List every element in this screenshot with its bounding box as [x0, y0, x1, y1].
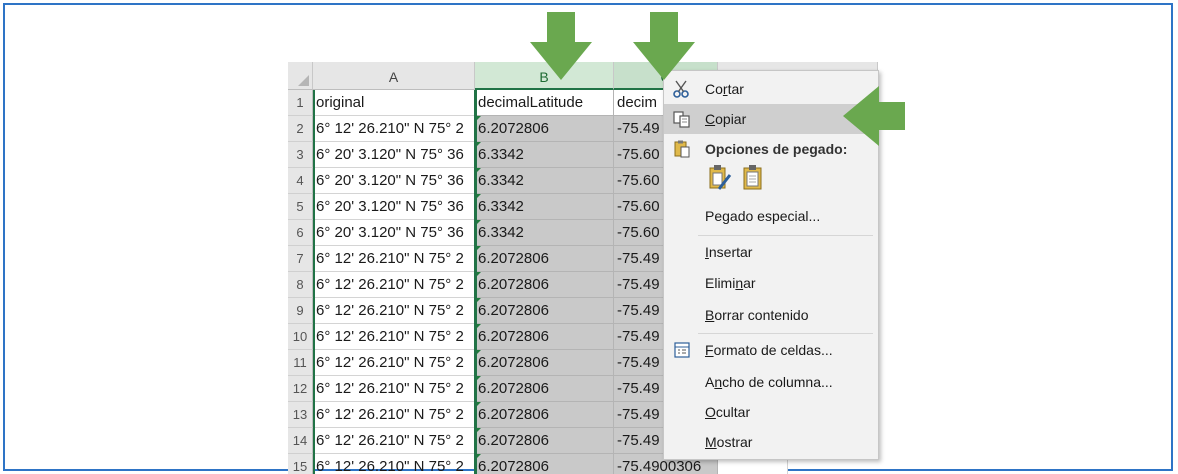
- menu-item-format-cells[interactable]: Formato de celdas...: [664, 335, 876, 365]
- cell-b-value: 6.2072806: [478, 120, 549, 137]
- row-number[interactable]: 4: [288, 168, 313, 194]
- column-header-a[interactable]: A: [313, 62, 475, 90]
- menu-label-copy: Copiar: [705, 111, 747, 127]
- cell-b[interactable]: 6.2072806: [475, 428, 614, 454]
- menu-item-clear-contents[interactable]: Borrar contenido: [664, 300, 876, 330]
- green-down-arrow-icon: [633, 12, 695, 80]
- cell-a[interactable]: 6° 12' 26.210" N 75° 2: [313, 428, 475, 454]
- menu-label-cut: Cortar: [705, 81, 744, 97]
- menu-label-format-cells: Formato de celdas...: [705, 342, 833, 358]
- cell-b[interactable]: 6.3342: [475, 142, 614, 168]
- menu-label-clear-contents: Borrar contenido: [705, 307, 809, 323]
- paste-options-row: [705, 163, 785, 197]
- cell-a[interactable]: 6° 12' 26.210" N 75° 2: [313, 116, 475, 142]
- cell-a[interactable]: 6° 12' 26.210" N 75° 2: [313, 454, 475, 474]
- menu-item-hide[interactable]: Ocultar: [664, 397, 876, 427]
- cell-b[interactable]: 6.3342: [475, 194, 614, 220]
- green-left-arrow-icon: [843, 86, 905, 146]
- cell-a[interactable]: 6° 12' 26.210" N 75° 2: [313, 272, 475, 298]
- scissors-icon: [673, 80, 689, 98]
- paste-values-icon[interactable]: [739, 163, 769, 193]
- cell-b[interactable]: 6.2072806: [475, 272, 614, 298]
- cell-b[interactable]: 6.2072806: [475, 324, 614, 350]
- menu-separator: [698, 235, 873, 236]
- row-number[interactable]: 7: [288, 246, 313, 272]
- cell-a[interactable]: 6° 20' 3.120" N 75° 36: [313, 142, 475, 168]
- menu-item-paste-special[interactable]: Pegado especial...: [664, 201, 876, 231]
- cell-b-value: decimalLatitude: [478, 94, 584, 111]
- cell-b[interactable]: 6.2072806: [475, 454, 614, 474]
- cell-b-value: 6.2072806: [478, 458, 549, 474]
- row-number[interactable]: 5: [288, 194, 313, 220]
- row-number[interactable]: 10: [288, 324, 313, 350]
- cell-b-value: 6.3342: [478, 224, 524, 241]
- menu-label-hide: Ocultar: [705, 404, 751, 420]
- cell-b[interactable]: 6.2072806: [475, 298, 614, 324]
- row-number[interactable]: 2: [288, 116, 313, 142]
- row-number[interactable]: 14: [288, 428, 313, 454]
- cell-b[interactable]: 6.2072806: [475, 350, 614, 376]
- menu-label-paste-special: Pegado especial...: [705, 208, 821, 224]
- cell-b[interactable]: decimalLatitude: [475, 90, 614, 116]
- cell-a[interactable]: 6° 12' 26.210" N 75° 2: [313, 298, 475, 324]
- row-number[interactable]: 12: [288, 376, 313, 402]
- cell-b-value: 6.2072806: [478, 250, 549, 267]
- cell-b[interactable]: 6.2072806: [475, 402, 614, 428]
- green-down-arrow-icon: [530, 12, 592, 80]
- copy-icon: [673, 111, 690, 128]
- cell-b-value: 6.2072806: [478, 276, 549, 293]
- menu-label-delete: Eliminar: [705, 275, 756, 291]
- cell-b[interactable]: 6.2072806: [475, 376, 614, 402]
- row-number[interactable]: 11: [288, 350, 313, 376]
- cell-b-value: 6.2072806: [478, 432, 549, 449]
- select-all-triangle-icon: [298, 75, 309, 86]
- cell-a[interactable]: 6° 20' 3.120" N 75° 36: [313, 220, 475, 246]
- cell-a[interactable]: 6° 12' 26.210" N 75° 2: [313, 402, 475, 428]
- cell-b-value: 6.3342: [478, 198, 524, 215]
- cell-b[interactable]: 6.3342: [475, 220, 614, 246]
- cell-b-value: 6.2072806: [478, 328, 549, 345]
- cell-a[interactable]: original: [313, 90, 475, 116]
- cell-b[interactable]: 6.3342: [475, 168, 614, 194]
- row-number[interactable]: 1: [288, 90, 313, 116]
- row-number[interactable]: 3: [288, 142, 313, 168]
- cell-a[interactable]: 6° 20' 3.120" N 75° 36: [313, 168, 475, 194]
- cell-b-value: 6.2072806: [478, 406, 549, 423]
- column-a-outline-left: [313, 90, 315, 474]
- menu-item-delete[interactable]: Eliminar: [664, 268, 876, 298]
- row-number[interactable]: 8: [288, 272, 313, 298]
- cell-b-value: 6.2072806: [478, 354, 549, 371]
- menu-separator: [698, 333, 873, 334]
- cell-b-value: 6.3342: [478, 172, 524, 189]
- menu-label-column-width: Ancho de columna...: [705, 374, 833, 390]
- format-cells-icon: [674, 342, 690, 358]
- row-number[interactable]: 13: [288, 402, 313, 428]
- menu-label-insert: Insertar: [705, 244, 753, 260]
- cell-a[interactable]: 6° 12' 26.210" N 75° 2: [313, 246, 475, 272]
- paste-formula-icon[interactable]: [705, 163, 735, 193]
- cell-b-value: 6.2072806: [478, 302, 549, 319]
- cell-b-value: 6.3342: [478, 146, 524, 163]
- cell-b-value: 6.2072806: [478, 380, 549, 397]
- row-number[interactable]: 9: [288, 298, 313, 324]
- menu-label-unhide: Mostrar: [705, 434, 753, 450]
- cell-a[interactable]: 6° 12' 26.210" N 75° 2: [313, 376, 475, 402]
- clipboard-icon: [674, 140, 690, 158]
- menu-item-column-width[interactable]: Ancho de columna...: [664, 367, 876, 397]
- menu-label-paste-options: Opciones de pegado:: [705, 141, 848, 157]
- select-all-corner[interactable]: [288, 62, 313, 90]
- row-number[interactable]: 6: [288, 220, 313, 246]
- cell-a[interactable]: 6° 12' 26.210" N 75° 2: [313, 350, 475, 376]
- menu-item-unhide[interactable]: Mostrar: [664, 427, 876, 457]
- cell-b[interactable]: 6.2072806: [475, 116, 614, 142]
- menu-item-insert[interactable]: Insertar: [664, 237, 876, 267]
- row-number[interactable]: 15: [288, 454, 313, 474]
- cell-a[interactable]: 6° 12' 26.210" N 75° 2: [313, 324, 475, 350]
- cell-b[interactable]: 6.2072806: [475, 246, 614, 272]
- column-b-outline-left: [475, 90, 477, 474]
- cell-a[interactable]: 6° 20' 3.120" N 75° 36: [313, 194, 475, 220]
